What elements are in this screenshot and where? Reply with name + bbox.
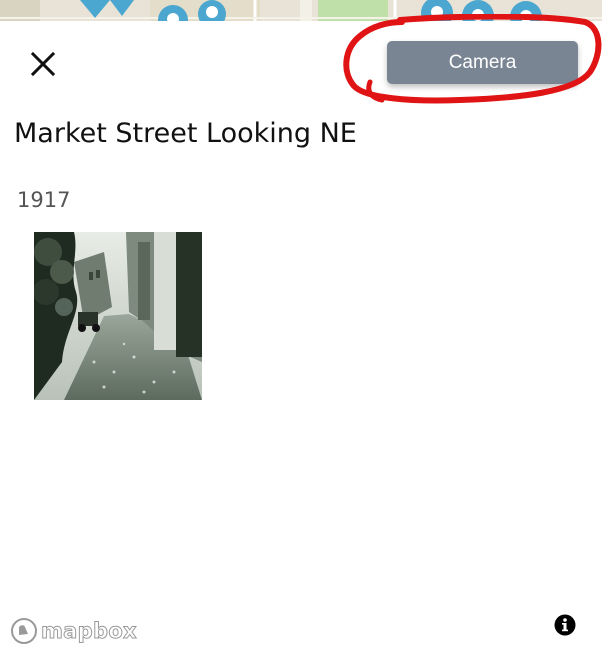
photo-image xyxy=(34,232,202,400)
popup-title: Market Street Looking NE xyxy=(14,118,357,149)
mapbox-wordmark: mapbox xyxy=(41,619,138,644)
historic-photo-thumbnail[interactable] xyxy=(34,232,202,400)
map-tiles xyxy=(0,0,602,21)
photo-year: 1917 xyxy=(17,188,71,212)
close-button[interactable] xyxy=(24,45,62,83)
map-background[interactable] xyxy=(0,0,602,21)
attribution-info-button[interactable] xyxy=(554,614,576,636)
mapbox-logo[interactable]: mapbox xyxy=(10,617,137,645)
mapbox-logo-icon xyxy=(11,618,37,644)
camera-button[interactable]: Camera xyxy=(387,41,578,84)
info-icon xyxy=(554,614,576,636)
close-icon xyxy=(30,51,56,77)
